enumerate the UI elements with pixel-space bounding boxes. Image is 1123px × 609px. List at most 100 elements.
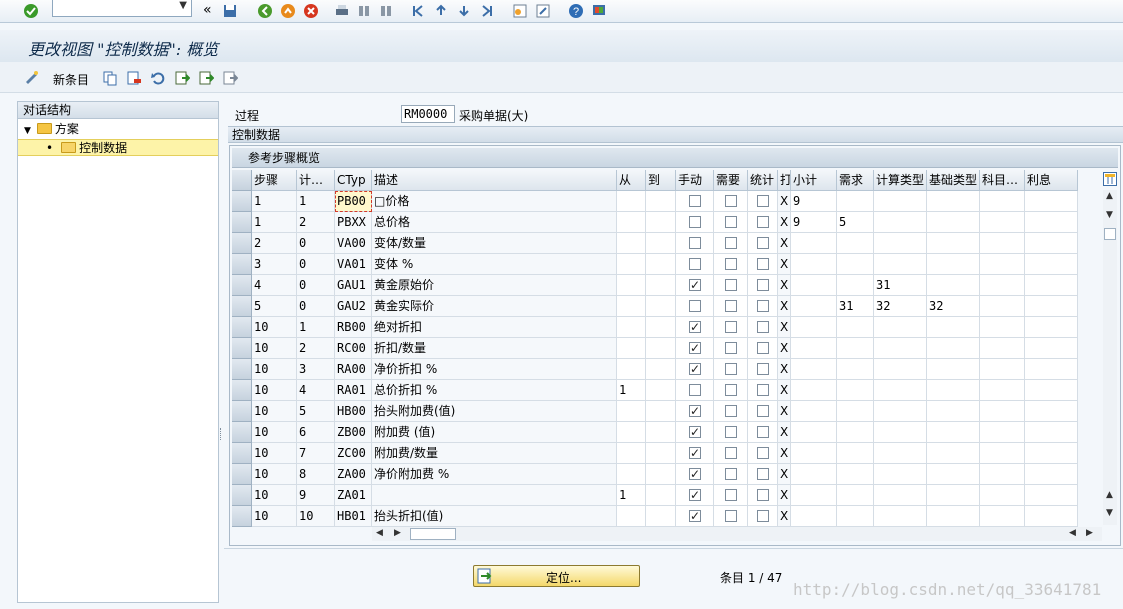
row-selector[interactable] [232,443,252,464]
table-cell-req[interactable] [837,422,874,443]
table-cell-accrual[interactable] [1025,191,1078,212]
table-cell-from[interactable] [617,212,646,233]
table-cell-calc[interactable] [874,212,927,233]
checkbox-required[interactable] [725,468,737,480]
table-cell-from[interactable] [617,401,646,422]
table-cell-subtotal[interactable] [791,275,837,296]
checkbox-required[interactable] [725,384,737,396]
table-cell-from[interactable]: 1 [617,380,646,401]
column-header[interactable]: 统计 [748,170,778,191]
table-cell-base[interactable] [927,380,980,401]
table-cell-base[interactable] [927,401,980,422]
table-cell-base[interactable] [927,338,980,359]
table-cell-from[interactable] [617,359,646,380]
deselect-all-icon[interactable] [222,70,238,86]
column-header[interactable]: 从 [617,170,646,191]
table-cell-stat[interactable] [748,191,778,212]
table-cell-required[interactable] [714,485,748,506]
table-cell-manual[interactable] [676,233,714,254]
checkbox-stat[interactable] [757,489,769,501]
checkbox-stat[interactable] [757,342,769,354]
table-cell-acct[interactable] [980,380,1025,401]
checkbox-stat[interactable] [757,216,769,228]
table-cell-manual[interactable] [676,317,714,338]
table-cell-accrual[interactable] [1025,338,1078,359]
customize-layout-icon[interactable] [591,3,607,19]
scroll-right-icon[interactable]: ▶ [394,528,401,538]
table-cell-required[interactable] [714,401,748,422]
table-cell-req[interactable] [837,401,874,422]
table-cell-subtotal[interactable] [791,380,837,401]
tree-node-scheme[interactable]: ▼ 方案 [24,121,79,138]
delete-icon[interactable] [126,70,142,86]
change-display-icon[interactable] [24,69,40,85]
back-icon[interactable] [257,3,273,19]
scroll-down-icon[interactable]: ▼ [1106,508,1113,518]
checkbox-stat[interactable] [757,363,769,375]
table-cell-accrual[interactable] [1025,359,1078,380]
table-cell-acct[interactable] [980,275,1025,296]
table-cell-to[interactable] [646,359,676,380]
table-cell-base[interactable] [927,275,980,296]
table-cell-subtotal[interactable] [791,506,837,527]
enter-check-icon[interactable] [23,3,39,19]
scroll-thumb[interactable] [1104,228,1116,240]
checkbox-manual[interactable] [689,237,701,249]
table-cell-req[interactable] [837,380,874,401]
table-cell-accrual[interactable] [1025,317,1078,338]
row-selector[interactable] [232,485,252,506]
table-cell-calc[interactable] [874,506,927,527]
table-cell-required[interactable] [714,275,748,296]
table-cell-req[interactable] [837,485,874,506]
row-selector[interactable] [232,191,252,212]
table-cell-base[interactable] [927,506,980,527]
table-cell-accrual[interactable] [1025,296,1078,317]
checkbox-required[interactable] [725,195,737,207]
table-cell-calc[interactable] [874,422,927,443]
table-cell-from[interactable] [617,233,646,254]
table-cell-calc[interactable] [874,380,927,401]
checkbox-required[interactable] [725,258,737,270]
table-cell-required[interactable] [714,464,748,485]
table-cell-to[interactable] [646,191,676,212]
table-cell-subtotal[interactable] [791,233,837,254]
table-cell-stat[interactable] [748,464,778,485]
checkbox-stat[interactable] [757,468,769,480]
table-cell-stat[interactable] [748,422,778,443]
table-cell-calc[interactable] [874,443,927,464]
checkbox-manual[interactable] [689,506,701,526]
table-cell-accrual[interactable] [1025,443,1078,464]
locate-button[interactable]: 定位... [473,565,640,587]
table-cell-subtotal[interactable] [791,464,837,485]
table-cell-stat[interactable] [748,296,778,317]
command-field[interactable]: ▼ [52,0,192,17]
column-header[interactable]: 利息 [1025,170,1078,191]
table-cell-stat[interactable] [748,317,778,338]
table-cell-from[interactable] [617,296,646,317]
table-cell-to[interactable] [646,233,676,254]
table-cell-to[interactable] [646,506,676,527]
checkbox-required[interactable] [725,321,737,333]
table-cell-req[interactable] [837,191,874,212]
column-header[interactable]: 科目… [980,170,1025,191]
table-cell-req[interactable] [837,338,874,359]
table-cell-required[interactable] [714,443,748,464]
table-cell-from[interactable] [617,254,646,275]
column-header[interactable]: 基础类型 [927,170,980,191]
table-cell-manual[interactable] [676,401,714,422]
row-selector[interactable] [232,380,252,401]
row-selector[interactable] [232,464,252,485]
column-header[interactable]: 需求 [837,170,874,191]
checkbox-required[interactable] [725,279,737,291]
chevron-down-icon[interactable]: ▼ [179,0,187,11]
table-cell-required[interactable] [714,212,748,233]
table-cell-from[interactable] [617,443,646,464]
table-cell-accrual[interactable] [1025,485,1078,506]
checkbox-manual[interactable] [689,359,701,379]
table-cell-req[interactable] [837,254,874,275]
expand-toggle-icon[interactable]: ▼ [24,126,31,136]
checkbox-manual[interactable] [689,443,701,463]
table-cell-manual[interactable] [676,296,714,317]
table-cell-manual[interactable] [676,275,714,296]
table-cell-accrual[interactable] [1025,254,1078,275]
